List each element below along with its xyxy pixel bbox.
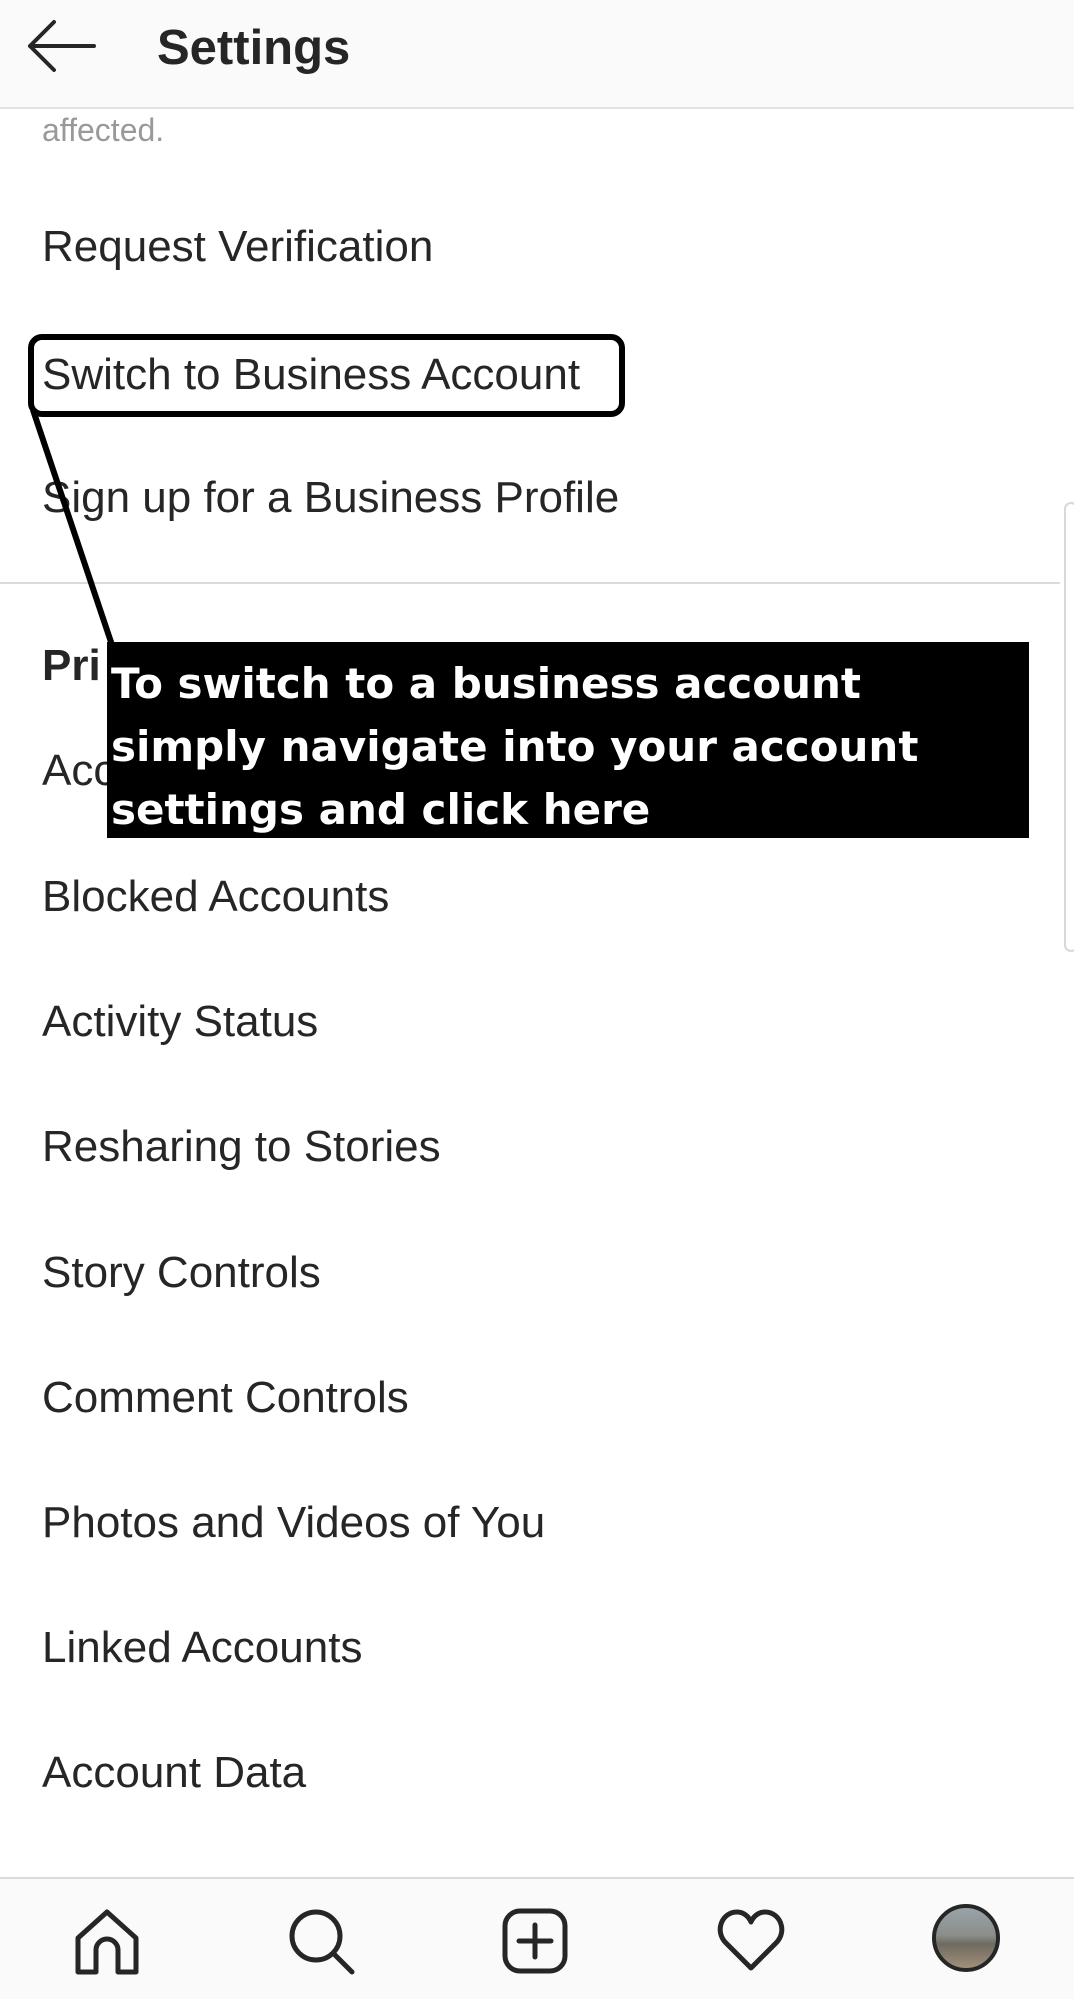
blocked-accounts-item[interactable]: Blocked Accounts [42,872,389,922]
resharing-to-stories-item[interactable]: Resharing to Stories [42,1122,441,1172]
new-post-button[interactable] [500,1906,570,1976]
sign-up-business-profile-item[interactable]: Sign up for a Business Profile [42,473,619,523]
highlight-box [28,334,625,417]
account-data-item[interactable]: Account Data [42,1748,306,1798]
activity-button[interactable] [716,1906,786,1976]
photos-and-videos-of-you-item[interactable]: Photos and Videos of You [42,1498,545,1548]
activity-status-item[interactable]: Activity Status [42,997,318,1047]
home-button[interactable] [72,1906,142,1976]
truncated-description: affected. [42,112,165,148]
add-post-icon [502,1908,568,1974]
bottom-navigation [0,1877,1074,1999]
search-button[interactable] [286,1906,356,1976]
linked-accounts-item[interactable]: Linked Accounts [42,1623,362,1673]
account-privacy-item[interactable]: Acc [42,746,115,796]
story-controls-item[interactable]: Story Controls [42,1248,321,1298]
privacy-section-header: Pri [42,641,101,690]
arrow-left-icon [28,20,96,72]
home-icon [75,1909,139,1975]
page-title: Settings [157,21,351,75]
top-app-bar: Settings [0,0,1074,109]
heart-icon [717,1909,785,1971]
section-divider [0,582,1060,584]
comment-controls-item[interactable]: Comment Controls [42,1373,409,1423]
request-verification-item[interactable]: Request Verification [42,222,433,272]
profile-avatar[interactable] [932,1904,1000,1972]
back-button[interactable] [24,18,98,74]
scrollbar[interactable] [1064,502,1074,952]
search-icon [289,1909,355,1975]
annotation-callout: To switch to a business account simply n… [107,642,1029,838]
